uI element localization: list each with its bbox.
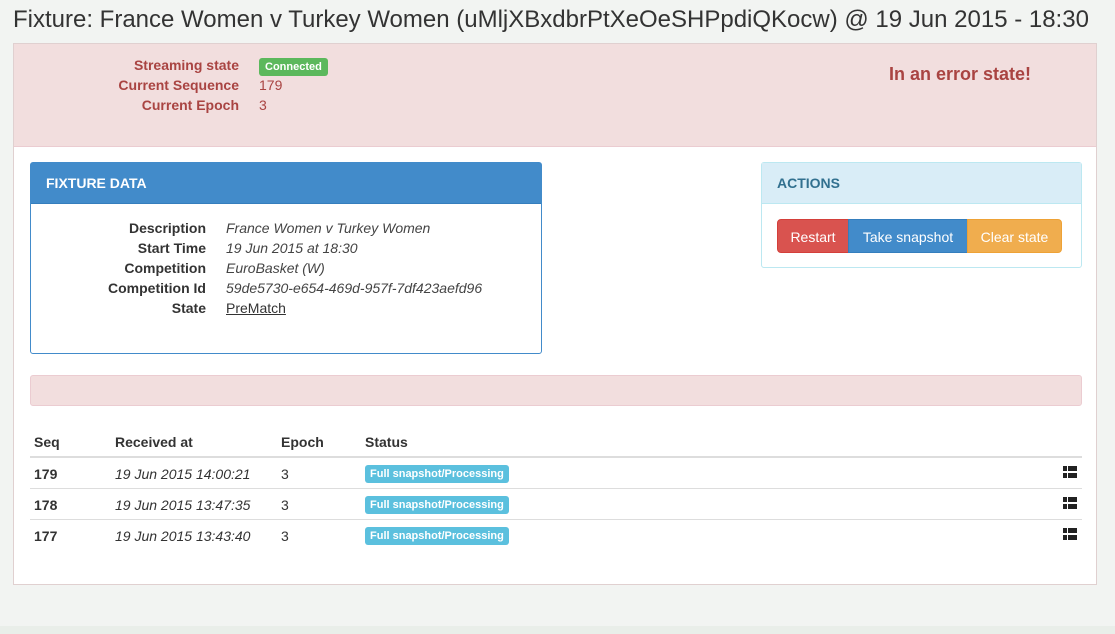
status-badge: Full snapshot/Processing (365, 465, 509, 483)
fixture-row-competition-id: Competition Id 59de5730-e654-469d-957f-7… (31, 280, 541, 300)
header-received-at: Received at (115, 434, 193, 450)
state-link[interactable]: PreMatch (226, 300, 286, 316)
current-sequence-label: Current Sequence (118, 77, 239, 93)
error-state-message: In an error state! (889, 64, 1032, 84)
current-epoch-value: 3 (259, 97, 267, 113)
fixture-row-description: Description France Women v Turkey Women (31, 220, 541, 240)
row-seq: 179 (34, 466, 58, 482)
row-epoch: 3 (281, 497, 289, 513)
grid-icon[interactable] (1063, 466, 1077, 478)
row-received-at: 19 Jun 2015 13:47:35 (115, 497, 251, 513)
status-badge: Full snapshot/Processing (365, 527, 509, 545)
fixture-container: Streaming state Connected Current Sequen… (13, 43, 1097, 585)
fixture-row-state: State PreMatch (31, 300, 541, 320)
row-seq: 177 (34, 528, 58, 544)
take-snapshot-button[interactable]: Take snapshot (848, 219, 968, 253)
table-row: 179 19 Jun 2015 14:00:21 3 Full snapshot… (30, 458, 1082, 489)
state-panel: Streaming state Connected Current Sequen… (14, 44, 1096, 147)
header-epoch: Epoch (281, 434, 324, 450)
footer-strip (0, 626, 1115, 634)
fixture-data-panel: FIXTURE DATA Description France Women v … (30, 162, 542, 354)
restart-button[interactable]: Restart (777, 219, 849, 253)
row-epoch: 3 (281, 528, 289, 544)
streaming-state-badge: Connected (259, 58, 328, 76)
current-sequence-value: 179 (259, 77, 283, 93)
competition-id-label: Competition Id (108, 280, 206, 296)
error-alert-bar (30, 375, 1082, 406)
fixture-row-start-time: Start Time 19 Jun 2015 at 18:30 (31, 240, 541, 260)
start-time-value: 19 Jun 2015 at 18:30 (226, 240, 358, 256)
row-seq: 178 (34, 497, 58, 513)
competition-id-value: 59de5730-e654-469d-957f-7df423aefd96 (226, 280, 483, 296)
row-received-at: 19 Jun 2015 13:43:40 (115, 528, 251, 544)
table-header: Seq Received at Epoch Status (30, 426, 1082, 458)
row-epoch: 3 (281, 466, 289, 482)
row-received-at: 19 Jun 2015 14:00:21 (115, 466, 251, 482)
fixture-data-heading: FIXTURE DATA (31, 163, 541, 204)
description-value: France Women v Turkey Women (226, 220, 431, 236)
table-row: 178 19 Jun 2015 13:47:35 3 Full snapshot… (30, 489, 1082, 520)
description-label: Description (128, 220, 206, 236)
header-seq: Seq (34, 434, 60, 450)
page-title: Fixture: France Women v Turkey Women (uM… (13, 6, 1089, 33)
fixture-row-competition: Competition EuroBasket (W) (31, 260, 541, 280)
actions-panel: ACTIONS Restart Take snapshot Clear stat… (761, 162, 1082, 268)
status-badge: Full snapshot/Processing (365, 496, 509, 514)
grid-icon[interactable] (1063, 528, 1077, 540)
competition-label: Competition (124, 260, 206, 276)
actions-heading: ACTIONS (762, 163, 1081, 204)
clear-state-button[interactable]: Clear state (967, 219, 1062, 253)
state-label: State (171, 300, 206, 316)
header-status: Status (365, 434, 408, 450)
current-epoch-label: Current Epoch (141, 97, 239, 113)
start-time-label: Start Time (137, 240, 206, 256)
table-row: 177 19 Jun 2015 13:43:40 3 Full snapshot… (30, 520, 1082, 551)
streaming-state-label: Streaming state (133, 57, 239, 73)
grid-icon[interactable] (1063, 497, 1077, 509)
competition-value: EuroBasket (W) (226, 260, 325, 276)
